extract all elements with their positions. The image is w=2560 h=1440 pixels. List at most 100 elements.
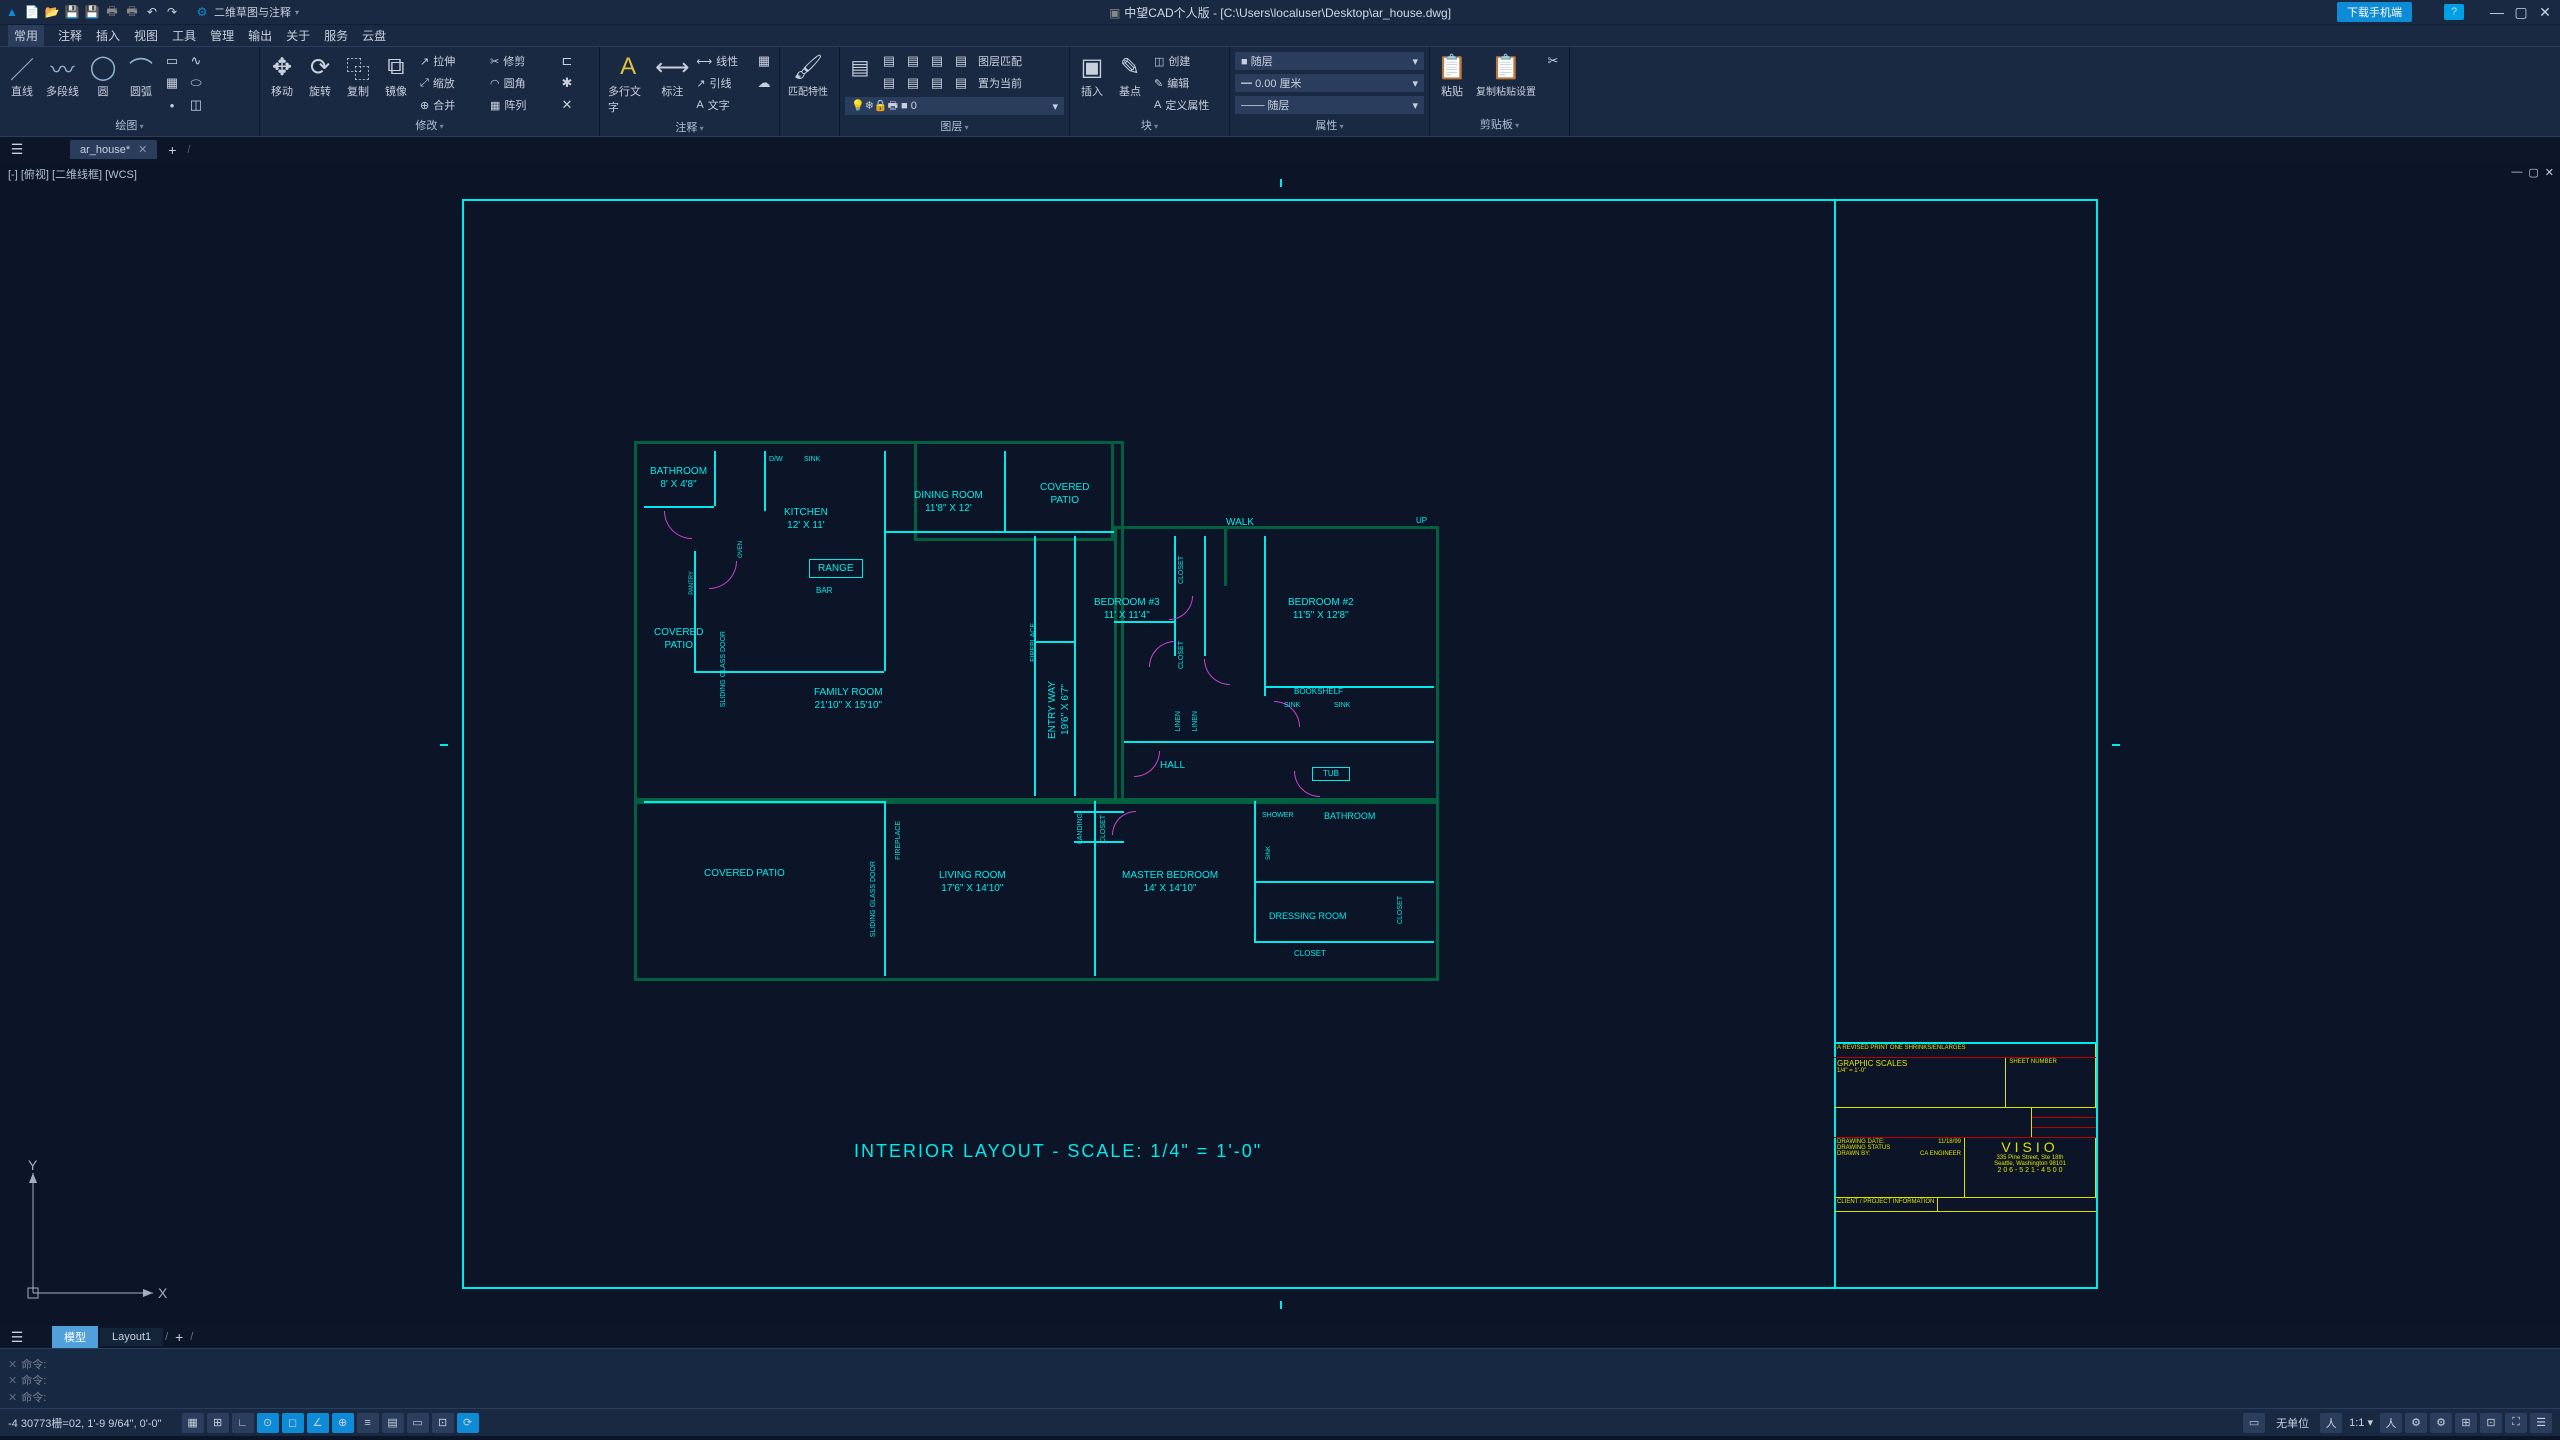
close-tab-icon[interactable]: ✕ bbox=[138, 143, 147, 156]
dyn-toggle[interactable]: ⊕ bbox=[332, 1413, 354, 1433]
open-icon[interactable]: 📂 bbox=[44, 4, 60, 20]
workspace-toggle[interactable]: ⚙ bbox=[2430, 1413, 2452, 1433]
move-button[interactable]: ✥移动 bbox=[264, 51, 300, 101]
isolate-toggle[interactable]: ⊡ bbox=[2480, 1413, 2502, 1433]
vp-min-icon[interactable]: — bbox=[2511, 166, 2522, 179]
trim-button[interactable]: ✂ 修剪 bbox=[486, 51, 554, 71]
layer8-icon[interactable]: ▤ bbox=[950, 73, 972, 93]
layer2-icon[interactable]: ▤ bbox=[902, 51, 924, 71]
layerprop-icon[interactable]: ▤ bbox=[844, 51, 876, 83]
help-icon[interactable]: ? bbox=[2444, 4, 2464, 20]
rect-icon[interactable]: ▭ bbox=[161, 51, 183, 71]
workspace-dropdown[interactable]: 二维草图与注释 bbox=[214, 4, 291, 20]
polar-toggle[interactable]: ⊙ bbox=[257, 1413, 279, 1433]
redo-icon[interactable]: ↷ bbox=[164, 4, 180, 20]
mirror-button[interactable]: ⧉镜像 bbox=[378, 51, 414, 101]
defattr-button[interactable]: A 定义属性 bbox=[1150, 95, 1222, 115]
menu-tools[interactable]: 工具 bbox=[172, 27, 196, 44]
add-tab-button[interactable]: + bbox=[163, 141, 181, 159]
preview-icon[interactable]: 🖶 bbox=[124, 4, 140, 20]
erase-icon[interactable]: ✕ bbox=[556, 95, 578, 115]
arc-button[interactable]: ⌒圆弧 bbox=[123, 51, 159, 101]
polyline-button[interactable]: 〰多段线 bbox=[42, 51, 83, 101]
panel-modify-label[interactable]: 修改 bbox=[264, 115, 595, 135]
spline-icon[interactable]: ∿ bbox=[185, 51, 207, 71]
basepoint-button[interactable]: ✎基点 bbox=[1112, 51, 1148, 101]
app-icon[interactable]: ▲ bbox=[4, 4, 20, 20]
panel-draw-label[interactable]: 绘图 bbox=[4, 115, 255, 135]
panel-layers-label[interactable]: 图层 bbox=[844, 116, 1065, 136]
region-icon[interactable]: ◫ bbox=[185, 95, 207, 115]
color-dropdown[interactable]: ■ 随层▾ bbox=[1234, 51, 1425, 71]
edit-button[interactable]: ✎ 编辑 bbox=[1150, 73, 1222, 93]
array-button[interactable]: ▦ 阵列 bbox=[486, 95, 554, 115]
vp-close-icon[interactable]: ✕ bbox=[2545, 166, 2554, 179]
text-button[interactable]: A 文字 bbox=[692, 95, 751, 115]
maximize-button[interactable]: ▢ bbox=[2510, 3, 2532, 21]
viewport-label[interactable]: [-] [俯视] [二维线框] [WCS] bbox=[8, 166, 137, 182]
join-button[interactable]: ⊕ 合并 bbox=[416, 95, 484, 115]
tran-toggle[interactable]: ▤ bbox=[382, 1413, 404, 1433]
ellipse-icon[interactable]: ⬭ bbox=[185, 73, 207, 93]
insert-button[interactable]: ▣插入 bbox=[1074, 51, 1110, 101]
vp-max-icon[interactable]: ▢ bbox=[2528, 166, 2538, 179]
layermatch-button[interactable]: 图层匹配 bbox=[974, 51, 1026, 71]
model-tab[interactable]: 模型 bbox=[52, 1326, 98, 1348]
matchprop-button[interactable]: 🖌匹配特性 bbox=[784, 51, 832, 100]
menu-insert[interactable]: 插入 bbox=[96, 27, 120, 44]
layer4-icon[interactable]: ▤ bbox=[950, 51, 972, 71]
cloud-icon[interactable]: ☁ bbox=[753, 73, 775, 93]
leader-button[interactable]: ↗ 引线 bbox=[692, 73, 751, 93]
copyclip-button[interactable]: 📋复制粘贴设置 bbox=[1472, 51, 1540, 100]
grid-toggle[interactable]: ▦ bbox=[182, 1413, 204, 1433]
panel-props-label[interactable]: 属性 bbox=[1234, 115, 1425, 135]
offset-icon[interactable]: ⊏ bbox=[556, 51, 578, 71]
iso-toggle[interactable]: 人 bbox=[2320, 1413, 2342, 1433]
dim-button[interactable]: ⟷标注 bbox=[654, 51, 690, 101]
circle-button[interactable]: ◯圆 bbox=[85, 51, 121, 101]
layout-menu-icon[interactable]: ☰ bbox=[6, 1327, 28, 1347]
menu-view[interactable]: 视图 bbox=[134, 27, 158, 44]
mtext-button[interactable]: A多行文字 bbox=[604, 51, 652, 117]
drawer-icon[interactable]: ☰ bbox=[6, 140, 28, 160]
minimize-button[interactable]: — bbox=[2486, 3, 2508, 21]
line-button[interactable]: ／直线 bbox=[4, 51, 40, 101]
snap-toggle[interactable]: ⊞ bbox=[207, 1413, 229, 1433]
panel-block-label[interactable]: 块 bbox=[1074, 115, 1225, 135]
menu-common[interactable]: 常用 bbox=[8, 25, 44, 46]
download-mobile-button[interactable]: 下载手机端 bbox=[2337, 2, 2412, 22]
menu-output[interactable]: 输出 bbox=[248, 27, 272, 44]
table-icon[interactable]: ▦ bbox=[753, 51, 775, 71]
new-icon[interactable]: 📄 bbox=[24, 4, 40, 20]
linetype-dropdown[interactable]: ─── 随层▾ bbox=[1234, 95, 1425, 115]
layer5-icon[interactable]: ▤ bbox=[878, 73, 900, 93]
menu-cloud[interactable]: 云盘 bbox=[362, 27, 386, 44]
undo-icon[interactable]: ↶ bbox=[144, 4, 160, 20]
lineweight-dropdown[interactable]: ━ 0.00 厘米▾ bbox=[1234, 73, 1425, 93]
sc-toggle[interactable]: ⊡ bbox=[432, 1413, 454, 1433]
layer3-icon[interactable]: ▤ bbox=[926, 51, 948, 71]
cut-icon[interactable]: ✂ bbox=[1542, 51, 1564, 71]
drawing-area[interactable]: [-] [俯视] [二维线框] [WCS] — ▢ ✕ A REVISED PR… bbox=[0, 162, 2560, 1326]
saveas-icon[interactable]: 💾 bbox=[84, 4, 100, 20]
menu-manage[interactable]: 管理 bbox=[210, 27, 234, 44]
rotate-button[interactable]: ⟳旋转 bbox=[302, 51, 338, 101]
paste-button[interactable]: 📋粘贴 bbox=[1434, 51, 1470, 101]
clean-toggle[interactable]: ⛶ bbox=[2505, 1413, 2527, 1433]
anno-scale-icon[interactable]: ⚙ bbox=[2405, 1413, 2427, 1433]
layer6-icon[interactable]: ▤ bbox=[902, 73, 924, 93]
scale-button[interactable]: ⤢ 缩放 bbox=[416, 73, 484, 93]
units-display[interactable]: 无单位 bbox=[2268, 1415, 2317, 1431]
modelspace-toggle[interactable]: ▭ bbox=[2243, 1413, 2265, 1433]
linear-button[interactable]: ⟷ 线性 bbox=[692, 51, 751, 71]
hatch-icon[interactable]: ▦ bbox=[161, 73, 183, 93]
layout1-tab[interactable]: Layout1 bbox=[100, 1328, 163, 1346]
copy-button[interactable]: ⿻复制 bbox=[340, 51, 376, 101]
ann-toggle[interactable]: 人 bbox=[2380, 1413, 2402, 1433]
panel-clip-label[interactable]: 剪贴板 bbox=[1434, 114, 1565, 134]
otrack-toggle[interactable]: ∠ bbox=[307, 1413, 329, 1433]
menu-service[interactable]: 服务 bbox=[324, 27, 348, 44]
close-button[interactable]: ✕ bbox=[2534, 3, 2556, 21]
osnap-toggle[interactable]: ◻ bbox=[282, 1413, 304, 1433]
layer-dropdown[interactable]: 💡❄🔒🖶 ■ 0▾ bbox=[844, 96, 1065, 116]
